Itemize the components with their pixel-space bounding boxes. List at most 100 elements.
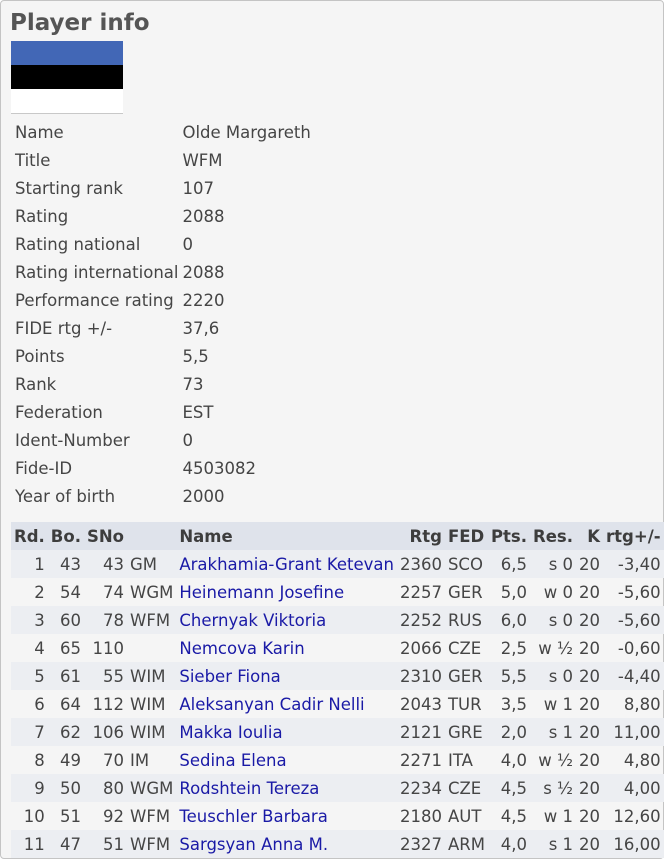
- cell-federation: TUR: [447, 694, 482, 714]
- header-title: [127, 522, 177, 550]
- cell-rating: 2180: [399, 806, 442, 826]
- table-row: 8 49 70 IM Sedina Elena 2271 ITA 4,0 w ½ 20 4,80: [11, 746, 664, 774]
- cell-board: 54: [59, 582, 81, 602]
- cell-federation: RUS: [444, 606, 488, 634]
- opponent-name-link[interactable]: Sedina Elena: [179, 751, 286, 770]
- flag-stripe-white: [11, 89, 123, 113]
- info-label: Rating international: [15, 262, 179, 282]
- info-value: 0: [182, 430, 193, 450]
- cell-rating: 2043: [399, 694, 442, 714]
- opponent-name-link[interactable]: Heinemann Josefine: [179, 583, 344, 602]
- cell-title: WGM: [127, 774, 177, 802]
- info-row: Starting rank 107: [11, 174, 311, 202]
- cell-federation: GRE: [444, 718, 488, 746]
- cell-board: 51: [59, 806, 81, 826]
- cell-points: 6,5: [487, 550, 531, 578]
- cell-rating-change: 16,00: [603, 830, 664, 858]
- opponent-name-link[interactable]: Arakhamia-Grant Ketevan: [179, 555, 394, 574]
- info-value: 107: [182, 178, 214, 198]
- cell-board: 49: [59, 750, 81, 770]
- cell-name: Sedina Elena: [176, 746, 397, 774]
- cell-start-number: 55: [83, 662, 128, 690]
- cell-points: 4,5: [487, 774, 531, 802]
- cell-start-number: 110: [92, 638, 125, 658]
- opponent-name-link[interactable]: Sieber Fiona: [179, 667, 280, 686]
- cell-rating-change: -3,40: [603, 550, 664, 578]
- info-label: Rating national: [15, 234, 141, 254]
- cell-rating: 2066: [399, 638, 442, 658]
- opponent-name-link[interactable]: Rodshtein Tereza: [179, 779, 319, 798]
- cell-rating: 2327: [396, 830, 445, 858]
- cell-round: 3: [11, 606, 48, 634]
- flag-stripe-black: [11, 65, 123, 89]
- cell-k-factor: 20: [579, 582, 601, 602]
- cell-title: WIM: [127, 662, 177, 690]
- info-value: 2000: [182, 486, 225, 506]
- opponent-name-link[interactable]: Chernyak Viktoria: [179, 611, 326, 630]
- cell-round: 4: [34, 638, 45, 658]
- cell-federation: SCO: [444, 550, 488, 578]
- info-row: Performance rating 2220: [11, 286, 311, 314]
- cell-result: w 1: [543, 694, 574, 714]
- cell-board: 65: [59, 638, 81, 658]
- cell-board: 50: [47, 774, 84, 802]
- cell-rating: 2234: [396, 774, 445, 802]
- cell-points: 2,5: [500, 638, 528, 658]
- info-value: 2088: [182, 206, 225, 226]
- cell-result: s 0: [530, 662, 577, 690]
- info-label: Ident-Number: [15, 430, 130, 450]
- cell-rating-change: 11,00: [603, 718, 664, 746]
- cell-result: w ½: [538, 638, 574, 658]
- cell-board: 62: [47, 718, 84, 746]
- cell-rating-change: 4,00: [603, 774, 664, 802]
- cell-round: 10: [23, 806, 45, 826]
- opponent-name-link[interactable]: Makka Ioulia: [179, 723, 282, 742]
- cell-rating-change: 8,80: [623, 694, 661, 714]
- cell-name: Makka Ioulia: [176, 718, 397, 746]
- info-row: Federation EST: [11, 398, 311, 426]
- cell-title: WIM: [127, 718, 177, 746]
- cell-board: 43: [47, 550, 84, 578]
- table-row: 10 51 92 WFM Teuschler Barbara 2180 AUT 4,5 w 12…: [11, 802, 664, 830]
- results-header-row: Rd. Bo. SNo Name Rtg FED Pts. Res. Krtg+/-: [11, 522, 664, 550]
- opponent-name-link[interactable]: Aleksanyan Cadir Nelli: [179, 695, 364, 714]
- info-label: Fide-ID: [15, 458, 73, 478]
- player-info-panel: Player info Name Olde Margareth Title WFM St…: [0, 0, 664, 859]
- cell-rating: 2257: [399, 582, 442, 602]
- cell-result: w 1: [543, 806, 574, 826]
- opponent-name-link[interactable]: Nemcova Karin: [179, 639, 304, 658]
- header-result: Res.: [530, 522, 577, 550]
- opponent-name-link[interactable]: Teuschler Barbara: [179, 807, 327, 826]
- cell-round: 2: [34, 582, 45, 602]
- cell-points: 2,0: [487, 718, 531, 746]
- cell-start-number: 92: [103, 806, 125, 826]
- cell-federation: ARM: [444, 830, 488, 858]
- info-row: Rating national 0: [11, 230, 311, 258]
- flag-stripe-blue: [11, 41, 123, 65]
- cell-k-factor: 20: [579, 694, 601, 714]
- info-row: FIDE rtg +/- 37,6: [11, 314, 311, 342]
- page-title: Player info: [10, 10, 150, 36]
- cell-result: s 1: [530, 830, 577, 858]
- cell-board: 60: [47, 606, 84, 634]
- info-label: Title: [15, 150, 51, 170]
- cell-title: GM: [127, 550, 177, 578]
- cell-start-number: 106: [83, 718, 128, 746]
- header-name: Name: [176, 522, 397, 550]
- info-label: Name: [15, 122, 64, 142]
- cell-round: 11: [11, 830, 48, 858]
- cell-round: 7: [11, 718, 48, 746]
- cell-federation: ITA: [447, 750, 473, 770]
- estonia-flag: [11, 41, 123, 114]
- results-table: Rd. Bo. SNo Name Rtg FED Pts. Res. Krtg+/- 1 43 43…: [11, 522, 664, 858]
- info-label: Federation: [15, 402, 103, 422]
- cell-k-factor: 20: [576, 606, 604, 634]
- cell-name: Chernyak Viktoria: [176, 606, 397, 634]
- header-federation: FED: [444, 522, 488, 550]
- cell-title: WGM: [130, 582, 174, 602]
- cell-result: s 0: [530, 550, 577, 578]
- opponent-name-link[interactable]: Sargsyan Anna M.: [179, 835, 328, 854]
- cell-title: WIM: [130, 694, 166, 714]
- info-row: Points 5,5: [11, 342, 311, 370]
- header-rating-change: rtg+/-: [603, 522, 664, 550]
